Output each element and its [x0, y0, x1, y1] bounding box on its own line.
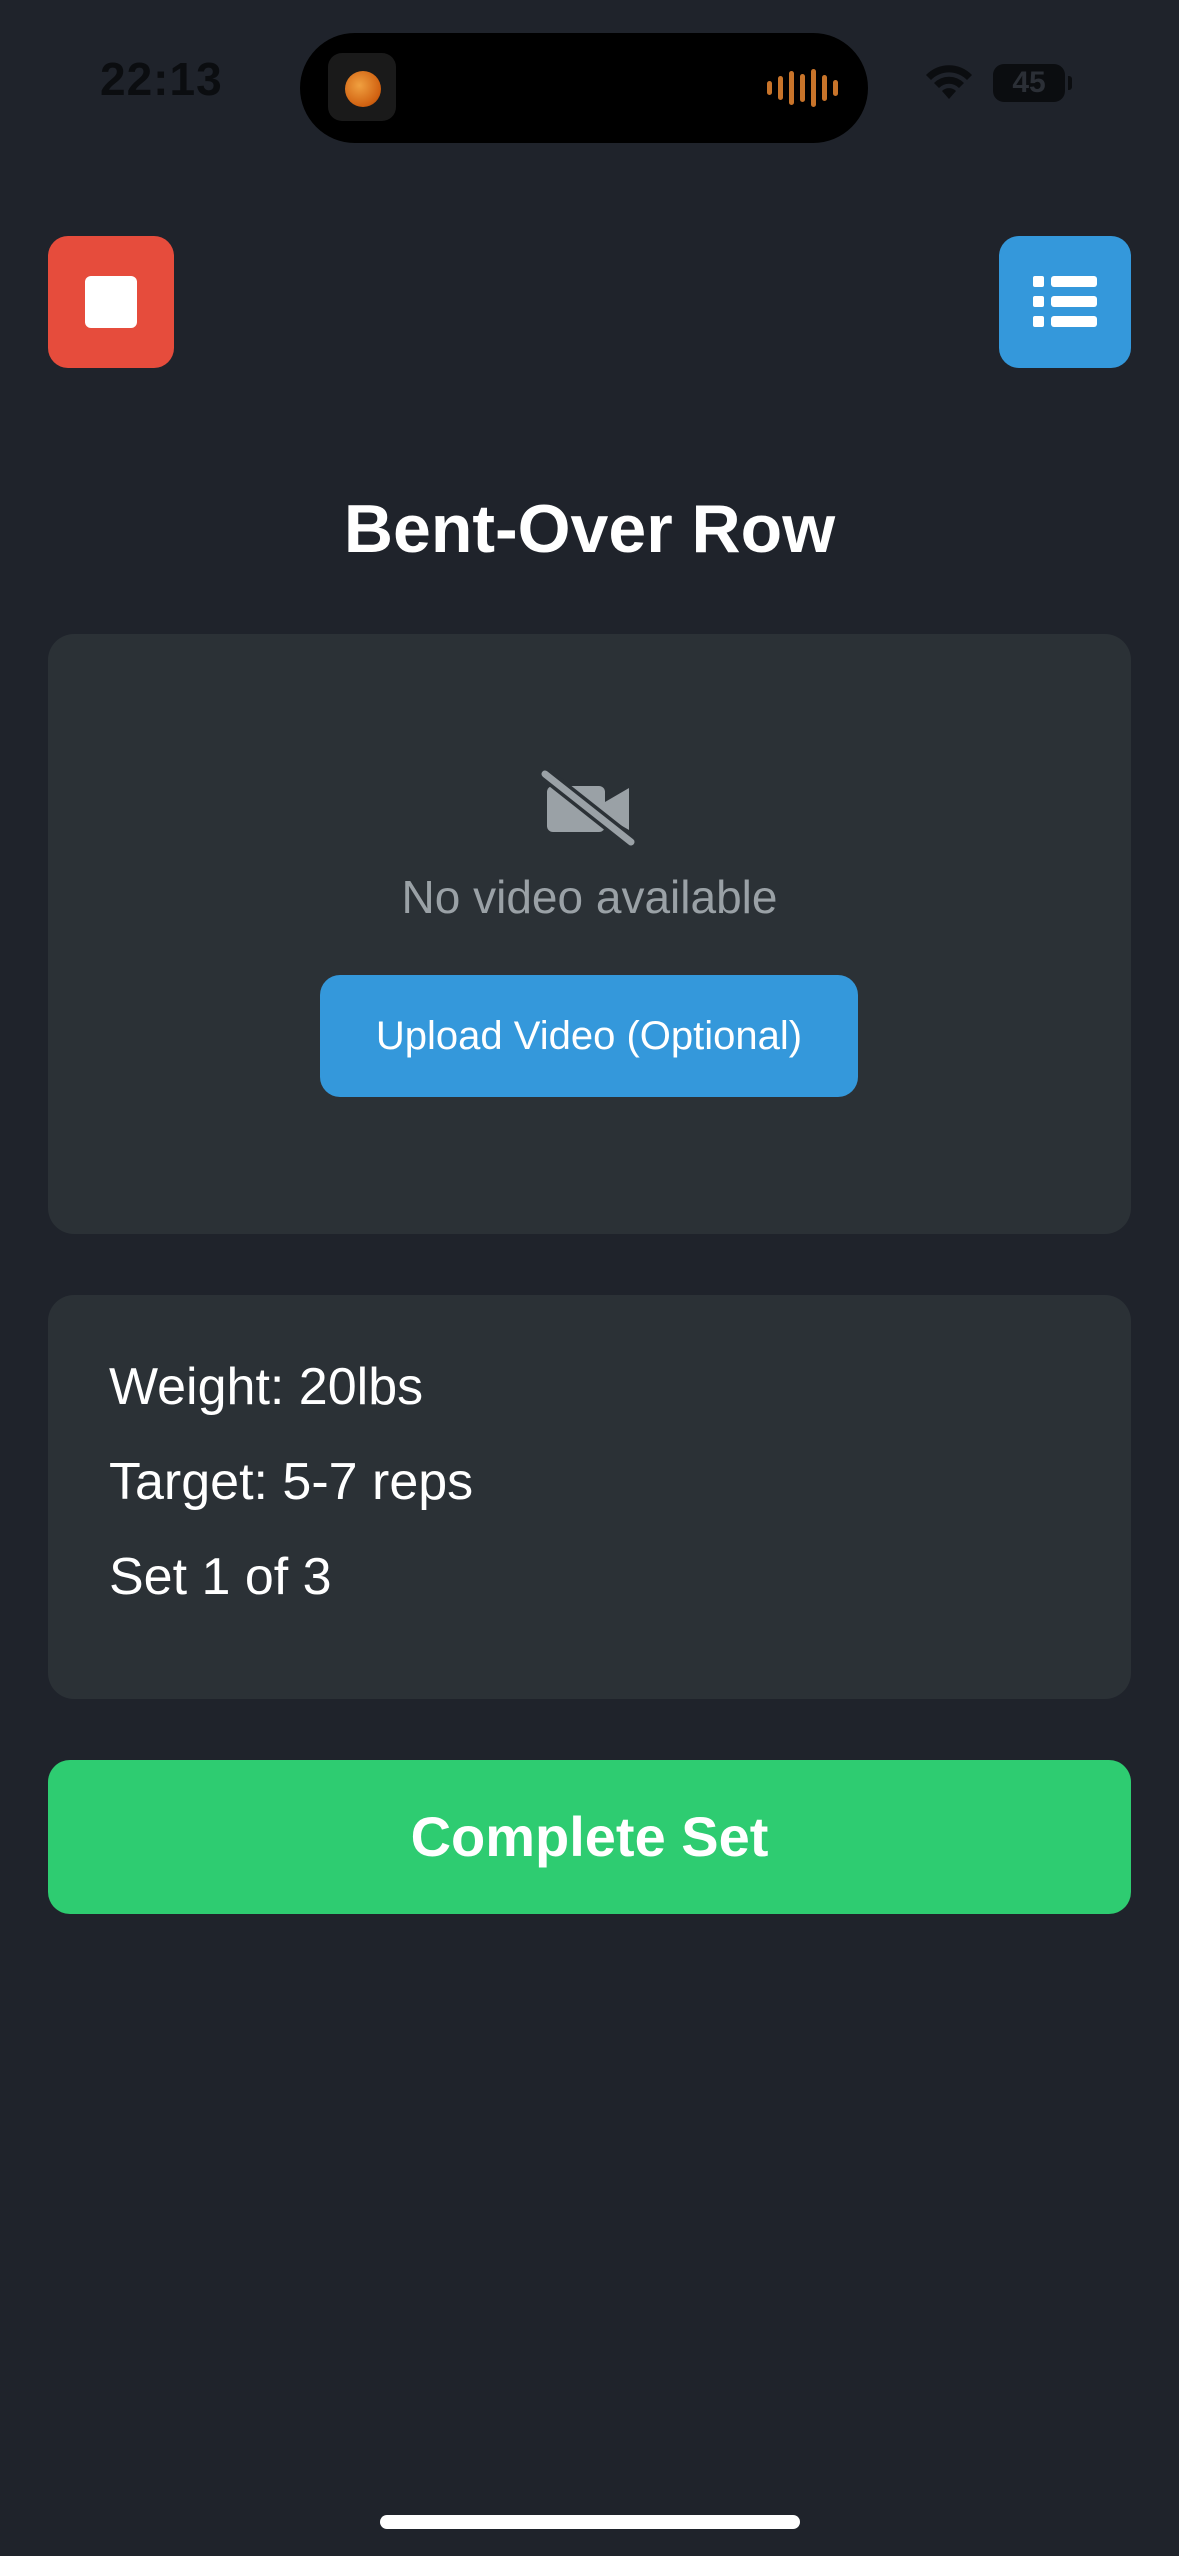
exercise-list-button[interactable] [999, 236, 1131, 368]
weight-text: Weight: 20lbs [109, 1358, 424, 1416]
home-indicator[interactable] [380, 2515, 800, 2529]
now-playing-artwork [328, 53, 396, 121]
status-indicators: 45 [925, 64, 1072, 102]
battery-indicator: 45 [993, 64, 1072, 102]
battery-level: 45 [1012, 66, 1046, 99]
target-reps-text: Target: 5-7 reps [109, 1453, 474, 1511]
video-off-icon [541, 768, 637, 846]
stop-icon [85, 276, 137, 328]
workout-screen: 22:13 45 Bent-Over Row No video availabl… [0, 0, 1179, 2556]
no-video-message: No video available [401, 871, 778, 923]
audio-waveform-icon [767, 69, 838, 107]
set-progress-text: Set 1 of 3 [109, 1548, 332, 1606]
complete-set-button[interactable]: Complete Set [48, 1760, 1131, 1914]
dynamic-island[interactable] [300, 33, 868, 143]
list-icon [1033, 276, 1097, 327]
battery-tip [1068, 76, 1072, 90]
video-panel: No video available Upload Video (Optiona… [48, 634, 1131, 1234]
wifi-icon [926, 65, 972, 99]
upload-video-button[interactable]: Upload Video (Optional) [320, 975, 858, 1097]
stop-workout-button[interactable] [48, 236, 174, 368]
status-time: 22:13 [100, 53, 223, 105]
set-details-panel: Weight: 20lbs Target: 5-7 reps Set 1 of … [48, 1295, 1131, 1699]
album-art-icon [345, 71, 381, 107]
exercise-title: Bent-Over Row [343, 491, 836, 567]
